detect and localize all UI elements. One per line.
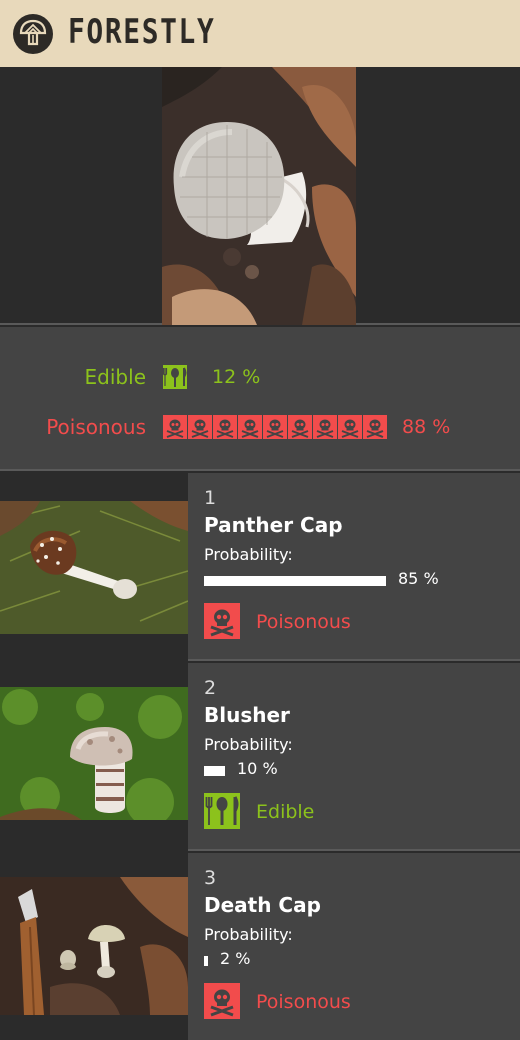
probability-label: Probability: <box>204 545 293 564</box>
probability-value: 85 % <box>398 569 439 588</box>
uploaded-mushroom-photo[interactable] <box>162 67 356 325</box>
poisonous-meter <box>163 415 387 439</box>
result-name: Blusher <box>204 703 290 727</box>
result-photo-frame <box>0 473 188 661</box>
edible-label: Edible <box>84 365 146 389</box>
edible-percent: 12 % <box>212 366 261 388</box>
probability-bar-fill <box>204 766 225 776</box>
blusher-photo <box>0 687 188 820</box>
result-photo-frame <box>0 663 188 851</box>
skull-icon <box>213 415 237 439</box>
result-name: Panther Cap <box>204 513 343 537</box>
edible-meter <box>163 365 187 389</box>
classification-summary: Edible 12 % Poisonous 88 % <box>0 327 520 471</box>
skull-icon <box>163 415 187 439</box>
poisonous-percent: 88 % <box>402 416 451 438</box>
fork-spoon-icon <box>204 793 240 829</box>
probability-bar-fill <box>204 576 386 586</box>
result-card[interactable]: 2 Blusher Probability: 10 % Edible <box>0 663 520 851</box>
fork-spoon-icon <box>163 365 187 389</box>
result-card[interactable]: 3 Death Cap Probability: 2 % Poisonous <box>0 853 520 1040</box>
uploaded-photo-panel <box>0 67 520 325</box>
skull-icon <box>288 415 312 439</box>
probability-value: 2 % <box>220 949 251 968</box>
app-title: FORESTLY <box>68 12 216 52</box>
result-card[interactable]: 1 Panther Cap Probability: 85 % Poisonou… <box>0 473 520 661</box>
skull-icon <box>204 983 240 1019</box>
skull-icon <box>188 415 212 439</box>
death-cap-photo <box>0 877 188 1015</box>
mushroom-logo-icon[interactable] <box>12 13 54 55</box>
skull-icon <box>238 415 262 439</box>
probability-label: Probability: <box>204 735 293 754</box>
skull-icon <box>263 415 287 439</box>
skull-icon <box>338 415 362 439</box>
probability-value: 10 % <box>237 759 278 778</box>
result-name: Death Cap <box>204 893 321 917</box>
result-classification: Poisonous <box>256 611 351 633</box>
probability-label: Probability: <box>204 925 293 944</box>
result-rank: 1 <box>204 487 217 509</box>
panther-cap-photo <box>0 501 188 634</box>
skull-icon <box>363 415 387 439</box>
skull-icon <box>204 603 240 639</box>
result-classification: Poisonous <box>256 991 351 1013</box>
result-rank: 3 <box>204 867 217 889</box>
result-photo-frame <box>0 853 188 1040</box>
probability-bar <box>204 576 418 586</box>
app-header: FORESTLY <box>0 0 520 67</box>
result-rank: 2 <box>204 677 217 699</box>
poisonous-summary-row: Poisonous 88 % <box>0 413 520 441</box>
result-classification: Edible <box>256 801 315 823</box>
skull-icon <box>313 415 337 439</box>
edible-summary-row: Edible 12 % <box>0 363 520 391</box>
probability-bar-fill <box>204 956 208 966</box>
poisonous-label: Poisonous <box>46 415 146 439</box>
